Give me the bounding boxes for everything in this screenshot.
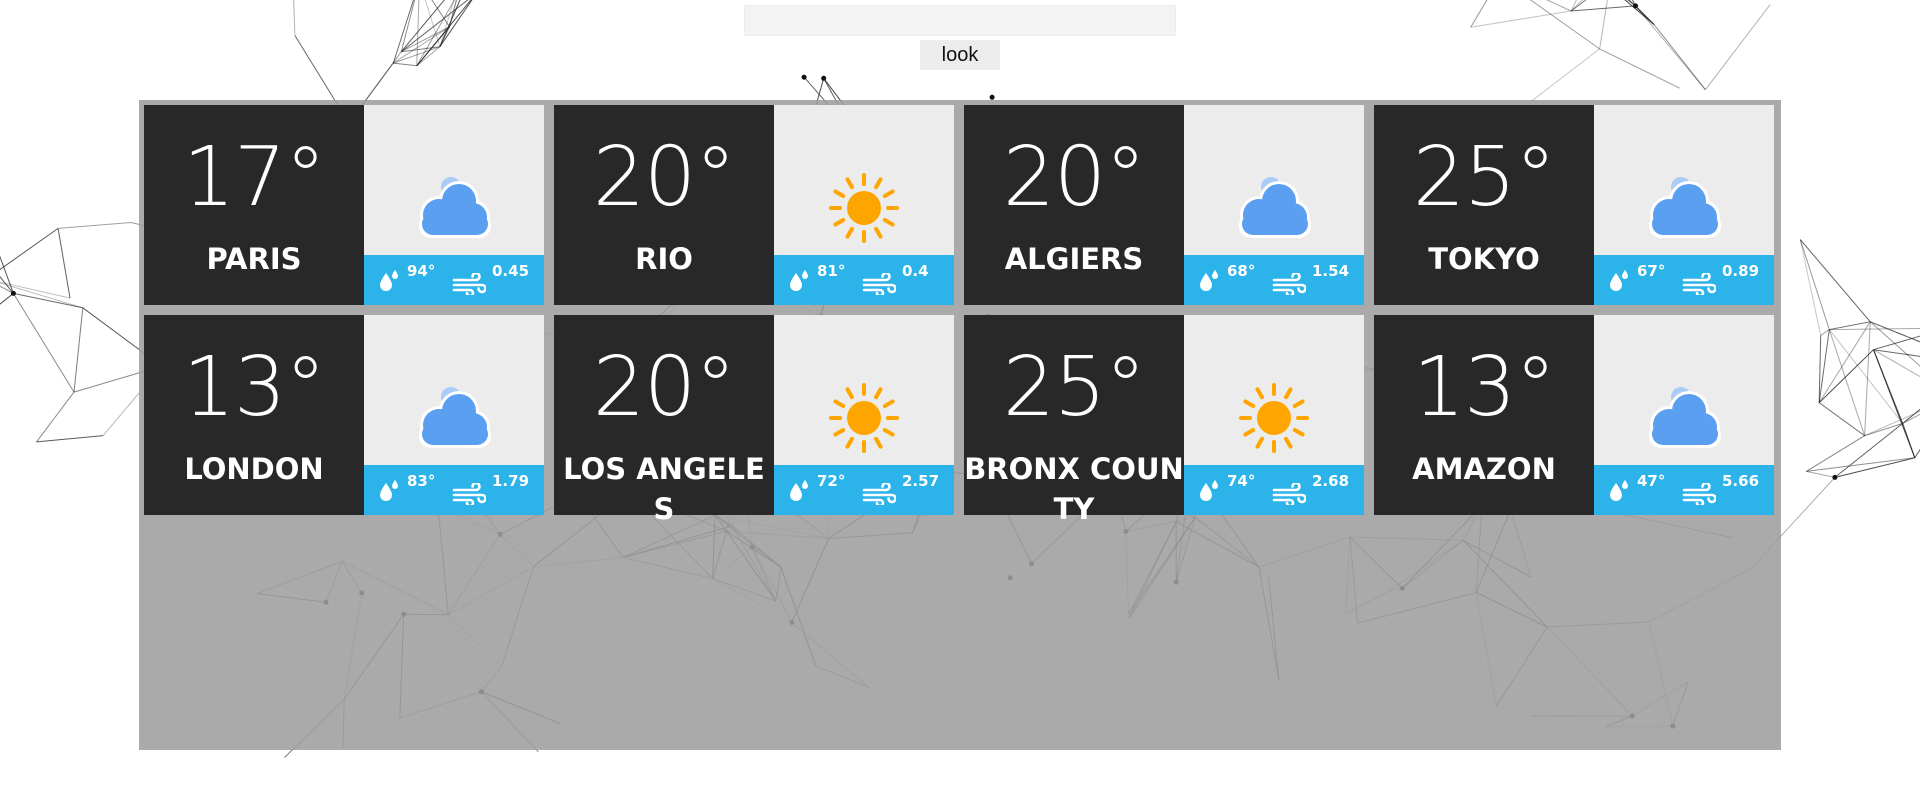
cloud-icon [1639,163,1729,253]
wind-value: 2.68 [1312,472,1350,490]
cloud-icon [409,163,499,253]
sun-icon [819,373,909,463]
weather-card: 20° RIO 81° 0.4 [554,105,954,305]
city-name: ALGIERS [1004,242,1144,276]
weather-card: 13° AMAZON 47° 5.66 [1374,315,1774,515]
wind-value: 0.4 [902,262,929,280]
city-name: BRONX COUNTY [964,452,1184,526]
card-condition-block: 94° 0.45 [364,105,544,305]
wind-icon [862,273,896,295]
weather-card: 25° BRONX COUNTY 74° 2.68 [964,315,1364,526]
cloud-icon [1229,163,1319,253]
wind-value: 1.79 [492,472,530,490]
wind-icon [862,483,896,505]
city-name: PARIS [206,242,302,276]
weather-card: 20° LOS ANGELES 72° 2.57 [554,315,954,526]
wind-icon [1272,483,1306,505]
humidity-icon [1200,480,1218,501]
card-condition-block: 81° 0.4 [774,105,954,305]
search-input[interactable] [744,5,1176,36]
sun-icon [819,163,909,253]
stats-bar: 72° 2.57 [774,465,954,515]
humidity-icon [1610,480,1628,501]
humidity-value: 67° [1637,262,1666,280]
wind-value: 0.45 [492,262,530,280]
humidity-icon [1610,270,1628,291]
stats-bar: 47° 5.66 [1594,465,1774,515]
humidity-icon [380,270,398,291]
card-temperature-block: 13° AMAZON [1374,315,1594,515]
wind-value: 0.89 [1722,262,1760,280]
stats-bar: 68° 1.54 [1184,255,1364,305]
city-name: LOS ANGELES [563,452,765,526]
humidity-icon [790,480,808,501]
city-name: RIO [635,242,693,276]
card-temperature-block: 17° PARIS [144,105,364,305]
card-condition-block: 47° 5.66 [1594,315,1774,515]
wind-icon [452,273,486,295]
temperature: 20° [1002,130,1146,225]
card-temperature-block: 20° RIO [554,105,774,305]
humidity-value: 74° [1227,472,1256,490]
humidity-icon [790,270,808,291]
card-temperature-block: 20° ALGIERS [964,105,1184,305]
sun-icon [1229,373,1319,463]
look-button[interactable]: look [920,40,1000,70]
temperature: 13° [1412,340,1556,435]
temperature: 20° [592,130,736,225]
humidity-icon [380,480,398,501]
stats-bar: 83° 1.79 [364,465,544,515]
humidity-value: 68° [1227,262,1256,280]
card-temperature-block: 25° TOKYO [1374,105,1594,305]
cloud-icon [1639,373,1729,463]
wind-icon [1682,273,1716,295]
card-temperature-block: 13° LONDON [144,315,364,515]
card-temperature-block: 25° BRONX COUNTY [964,315,1184,526]
cloud-icon [409,373,499,463]
weather-card: 20° ALGIERS 68° 1.54 [964,105,1364,305]
humidity-value: 72° [817,472,846,490]
card-condition-block: 83° 1.79 [364,315,544,515]
weather-card: 25° TOKYO 67° 0.89 [1374,105,1774,305]
card-condition-block: 74° 2.68 [1184,315,1364,515]
humidity-value: 83° [407,472,436,490]
weather-panel: 17° PARIS 94° 0.45 20° RIO 81° 0.4 20° A… [139,100,1781,750]
city-name: AMAZON [1412,452,1556,486]
temperature: 17° [182,130,326,225]
temperature: 13° [182,340,326,435]
weather-card: 17° PARIS 94° 0.45 [144,105,544,305]
wind-icon [452,483,486,505]
card-condition-block: 67° 0.89 [1594,105,1774,305]
stats-bar: 81° 0.4 [774,255,954,305]
wind-value: 1.54 [1312,262,1350,280]
humidity-icon [1200,270,1218,291]
humidity-value: 47° [1637,472,1666,490]
wind-value: 2.57 [902,472,940,490]
stats-bar: 67° 0.89 [1594,255,1774,305]
weather-grid: 17° PARIS 94° 0.45 20° RIO 81° 0.4 20° A… [144,105,1774,526]
wind-icon [1682,483,1716,505]
wind-icon [1272,273,1306,295]
temperature: 25° [1412,130,1556,225]
stats-bar: 94° 0.45 [364,255,544,305]
temperature: 25° [1002,340,1146,435]
weather-card: 13° LONDON 83° 1.79 [144,315,544,515]
temperature: 20° [592,340,736,435]
card-condition-block: 72° 2.57 [774,315,954,515]
city-name: LONDON [184,452,324,486]
city-name: TOKYO [1428,242,1540,276]
stats-bar: 74° 2.68 [1184,465,1364,515]
humidity-value: 94° [407,262,436,280]
card-temperature-block: 20° LOS ANGELES [554,315,774,526]
card-condition-block: 68° 1.54 [1184,105,1364,305]
humidity-value: 81° [817,262,846,280]
wind-value: 5.66 [1722,472,1760,490]
